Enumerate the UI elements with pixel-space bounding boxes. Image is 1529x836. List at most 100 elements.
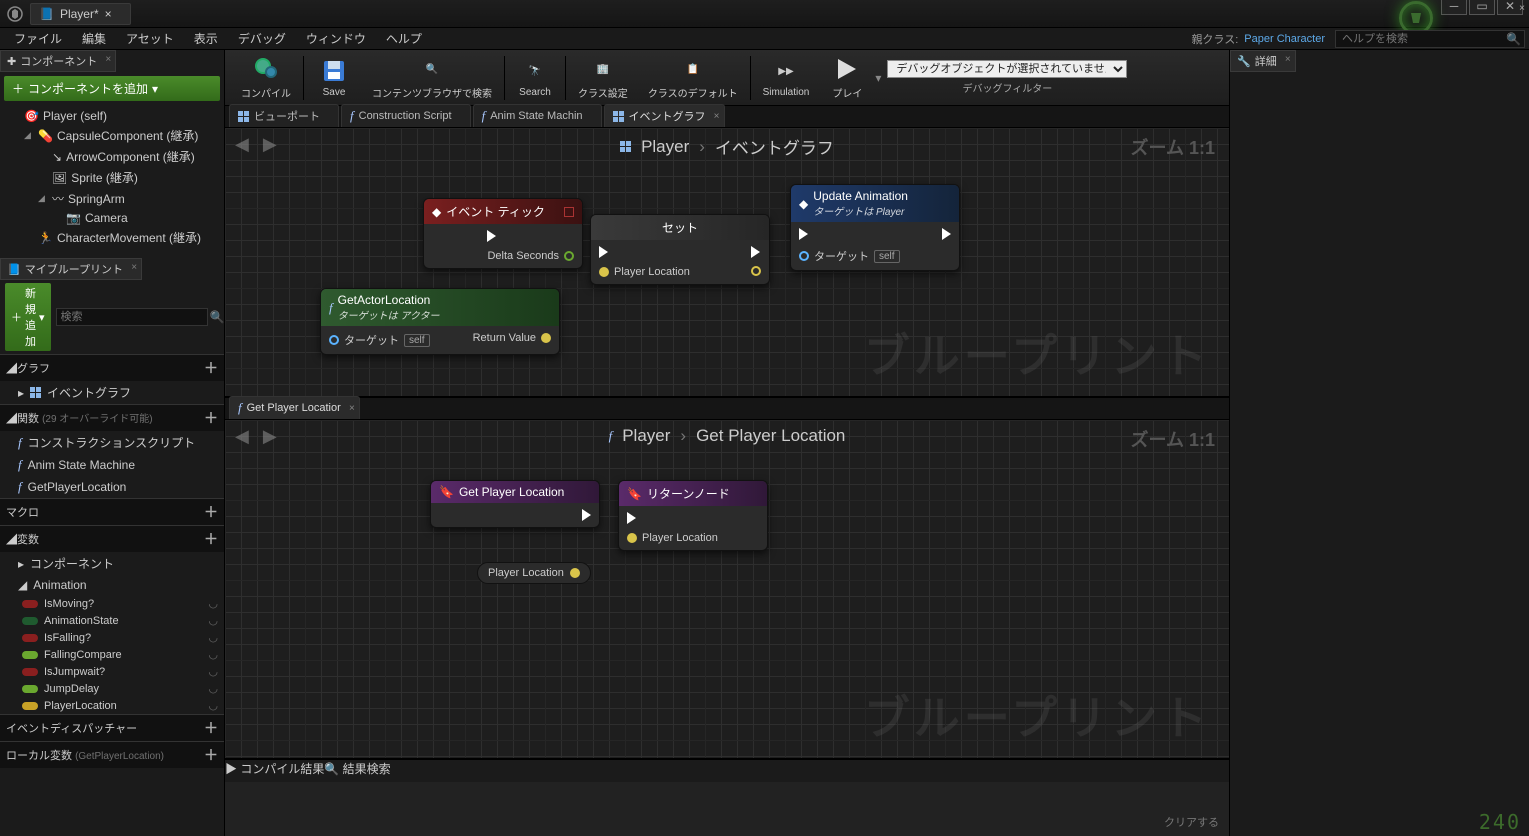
myblueprint-tab[interactable]: 📘 マイブループリント × xyxy=(0,258,142,280)
tree-row[interactable]: ◢💊 CapsuleComponent (継承) xyxy=(0,125,224,146)
function-item[interactable]: fAnim State Machine xyxy=(0,454,224,476)
menu-view[interactable]: 表示 xyxy=(184,28,228,49)
maximize-button[interactable]: ▭ xyxy=(1469,0,1495,15)
tree-row[interactable]: 🏃 CharacterMovement (継承) xyxy=(0,227,224,248)
visibility-icon[interactable]: ◡ xyxy=(208,631,218,644)
exec-out-pin[interactable] xyxy=(582,509,591,521)
menu-help[interactable]: ヘルプ xyxy=(376,28,432,49)
tab-get-player-location[interactable]: fGet Player Locatior× xyxy=(229,396,360,419)
tab-anim-state[interactable]: fAnim State Machin xyxy=(473,104,602,127)
event-graph-canvas[interactable]: ◀ ▶ Player › イベントグラフ ズーム 1:1 ブループリント xyxy=(225,128,1229,398)
minimize-button[interactable]: ─ xyxy=(1441,0,1467,15)
section-macros[interactable]: マクロ＋ xyxy=(0,498,224,525)
tab-construction[interactable]: fConstruction Script xyxy=(341,104,471,127)
tab-viewport[interactable]: ビューポート xyxy=(229,104,339,127)
menu-file[interactable]: ファイル xyxy=(4,28,72,49)
plus-icon[interactable]: ＋ xyxy=(204,502,218,522)
visibility-icon[interactable]: ◡ xyxy=(208,665,218,678)
parent-class-link[interactable]: Paper Character xyxy=(1244,33,1325,45)
class-settings-button[interactable]: 🏢クラス設定 xyxy=(568,53,638,102)
close-icon[interactable]: × xyxy=(1519,3,1525,14)
node-event-tick[interactable]: ◆イベント ティック Delta Seconds xyxy=(423,198,583,269)
variable-row[interactable]: FallingCompare◡ xyxy=(0,646,224,663)
variable-row[interactable]: AnimationState◡ xyxy=(0,612,224,629)
simulation-button[interactable]: ▶▶Simulation xyxy=(753,55,820,100)
pin-target[interactable]: ターゲットself xyxy=(329,332,430,348)
section-variables[interactable]: ◢変数＋ xyxy=(0,525,224,552)
exec-out-pin[interactable] xyxy=(942,228,951,240)
variable-row[interactable]: IsFalling?◡ xyxy=(0,629,224,646)
pin-return-value[interactable]: Return Value xyxy=(473,332,551,344)
tree-row[interactable]: 📷 Camera xyxy=(0,209,224,227)
function-item[interactable]: fコンストラクションスクリプト xyxy=(0,431,224,454)
node-update-animation[interactable]: ◆Update Animationターゲットは Player ターゲットself xyxy=(790,184,960,271)
tree-row[interactable]: ↘ ArrowComponent (継承) xyxy=(0,146,224,167)
section-dispatchers[interactable]: イベントディスパッチャー＋ xyxy=(0,714,224,741)
visibility-icon[interactable]: ◡ xyxy=(208,597,218,610)
pin-delta-seconds[interactable]: Delta Seconds xyxy=(487,250,574,262)
node-variable-get[interactable]: Player Location xyxy=(477,562,591,584)
close-icon[interactable]: × xyxy=(1285,54,1291,65)
close-icon[interactable]: × xyxy=(105,7,112,21)
chevron-down-icon[interactable]: ▾ xyxy=(875,71,881,85)
plus-icon[interactable]: ＋ xyxy=(204,745,218,765)
tab-find-results[interactable]: 🔍 結果検索× xyxy=(324,760,390,782)
close-icon[interactable]: × xyxy=(349,403,355,414)
variable-row[interactable]: JumpDelay◡ xyxy=(0,680,224,697)
pin-player-location-in[interactable]: Player Location xyxy=(599,266,690,278)
tree-row[interactable]: 🖼 Sprite (継承) xyxy=(0,167,224,188)
function-graph-canvas[interactable]: ◀▶ f Player›Get Player Location ズーム 1:1 … xyxy=(225,420,1229,758)
help-search-input[interactable] xyxy=(1335,30,1525,48)
clear-link[interactable]: クリアする xyxy=(1164,814,1219,830)
search-button[interactable]: 🔭Search xyxy=(507,55,563,100)
tree-row[interactable]: ◢〰 SpringArm xyxy=(0,188,224,209)
components-tab[interactable]: ✚ コンポーネント × xyxy=(0,50,116,72)
exec-in-pin[interactable] xyxy=(627,512,718,524)
details-tab[interactable]: 🔧 詳細× xyxy=(1230,50,1296,72)
menu-window[interactable]: ウィンドウ xyxy=(296,28,376,49)
section-functions[interactable]: ◢関数 (29 オーバーライド可能)＋ xyxy=(0,404,224,431)
play-button[interactable]: プレイ xyxy=(819,53,875,102)
tab-compile-results[interactable]: ▶ コンパイル結果× xyxy=(225,760,324,782)
plus-icon[interactable]: ＋ xyxy=(204,718,218,738)
pin-out[interactable] xyxy=(570,568,580,578)
add-component-button[interactable]: ＋ コンポーネントを追加 ▾ xyxy=(4,76,220,101)
section-graphs[interactable]: ◢グラフ＋ xyxy=(0,354,224,381)
variable-row[interactable]: IsJumpwait?◡ xyxy=(0,663,224,680)
pin-value-out[interactable] xyxy=(751,266,761,276)
visibility-icon[interactable]: ◡ xyxy=(208,614,218,627)
exec-out-pin[interactable] xyxy=(751,246,761,258)
mybp-search-input[interactable] xyxy=(56,308,208,326)
variable-row[interactable]: PlayerLocation◡ xyxy=(0,697,224,714)
exec-out-pin[interactable] xyxy=(487,230,574,242)
visibility-icon[interactable]: ◡ xyxy=(208,648,218,661)
var-group[interactable]: ▸コンポーネント xyxy=(0,552,224,575)
close-icon[interactable]: × xyxy=(714,111,720,122)
plus-icon[interactable]: ＋ xyxy=(204,358,218,378)
save-button[interactable]: Save xyxy=(306,55,362,100)
visibility-icon[interactable]: ◡ xyxy=(208,699,218,712)
node-get-actor-location[interactable]: fGetActorLocationターゲットは アクター ターゲットself R… xyxy=(320,288,560,355)
document-tab[interactable]: 📘 Player* × xyxy=(30,3,131,25)
class-defaults-button[interactable]: 📋クラスのデフォルト xyxy=(638,53,748,102)
exec-in-pin[interactable] xyxy=(799,228,900,240)
tab-event-graph[interactable]: イベントグラフ× xyxy=(604,104,725,127)
exec-in-pin[interactable] xyxy=(599,246,690,258)
var-group[interactable]: ◢Animation xyxy=(0,575,224,595)
node-function-entry[interactable]: 🔖Get Player Location xyxy=(430,480,600,528)
add-new-button[interactable]: ＋新規追加▾ xyxy=(5,283,51,351)
menu-edit[interactable]: 編集 xyxy=(72,28,116,49)
graph-item[interactable]: ▸イベントグラフ xyxy=(0,381,224,404)
visibility-icon[interactable]: ◡ xyxy=(208,682,218,695)
tree-row[interactable]: 🎯 Player (self) xyxy=(0,107,224,125)
compile-button[interactable]: コンパイル xyxy=(231,53,301,102)
close-icon[interactable]: × xyxy=(131,262,137,273)
plus-icon[interactable]: ＋ xyxy=(204,529,218,549)
find-in-cb-button[interactable]: 🔍コンテンツブラウザで検索 xyxy=(362,53,502,102)
variable-row[interactable]: IsMoving?◡ xyxy=(0,595,224,612)
menu-asset[interactable]: アセット xyxy=(116,28,184,49)
node-return[interactable]: 🔖リターンノード Player Location xyxy=(618,480,768,551)
node-set[interactable]: セット Player Location xyxy=(590,214,770,285)
pin-target[interactable]: ターゲットself xyxy=(799,248,900,264)
function-item[interactable]: fGetPlayerLocation xyxy=(0,476,224,498)
